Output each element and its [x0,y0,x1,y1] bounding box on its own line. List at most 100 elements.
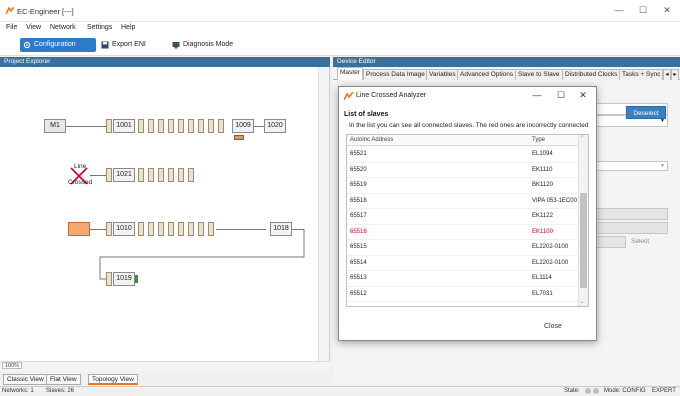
slave-module[interactable] [188,168,194,182]
slave-module[interactable] [178,168,184,182]
slave-address: 65518 [350,197,367,204]
slave-type: EK1110 [532,166,553,173]
slave-address: 65521 [350,151,367,157]
slave-module[interactable] [198,119,204,133]
menu-bar: File View Network Settings Help [0,22,680,34]
slave-row[interactable]: 65517 EK1122 [347,209,580,225]
slave-module[interactable] [178,119,184,133]
column-header-address[interactable]: Autoinc Address [350,137,393,143]
slave-row[interactable]: 65513 EL1114 [347,271,580,287]
zoom-select[interactable]: 100% [2,362,23,369]
field [593,222,668,234]
slave-module[interactable] [106,272,112,286]
window-title: EC-Engineer [---] [17,7,74,16]
topology-canvas[interactable]: M1 1001 1009 1020 Line Crossed 1021 1010… [0,67,318,363]
diagnosis-mode-button[interactable]: Diagnosis Mode [169,38,233,52]
slave-address: 65514 [350,259,367,266]
node-m1[interactable]: M1 [44,119,66,133]
node-1020[interactable]: 1020 [264,119,286,133]
slave-row[interactable]: 65516 EK1100 [347,225,580,240]
slave-module[interactable] [188,119,194,133]
slave-row[interactable]: 65512 EL7031 [347,287,580,302]
node-1009[interactable]: 1009 [232,119,254,133]
maximize-button[interactable]: ☐ [636,5,650,16]
tab-topology-view[interactable]: Topology View [88,374,138,385]
node-red-master[interactable] [68,222,90,236]
dialog-title: Line Crossed Analyzer [356,92,427,99]
dialog-heading: List of slaves [344,111,389,118]
slave-module[interactable] [138,168,144,182]
slave-address: 65520 [350,166,367,173]
slave-row[interactable]: 65518 VIPA 053-1EC00 [347,194,580,209]
chevron-down-icon: ▼ [660,163,665,169]
slave-row[interactable]: 65520 EK1110 [347,163,580,178]
slave-module[interactable] [234,135,244,140]
slave-module[interactable] [106,119,112,133]
select-button[interactable]: Select [631,238,649,245]
tab-flat-view[interactable]: Flat View [46,374,81,385]
slave-row[interactable]: 65519 BK1120 [347,178,580,194]
list-scrollbar[interactable]: ⌃ ⌄ [578,135,588,306]
slave-row[interactable]: 65521 EL1094 [347,147,580,163]
project-explorer-header: Project Explorer [0,57,330,67]
scroll-up-icon[interactable]: ⌃ [580,135,584,141]
slave-list[interactable]: Autoinc Address Type 65521 EL1094 65520 EK1… [346,134,589,307]
minimize-button[interactable]: — [612,5,626,15]
close-button[interactable]: Close [544,323,562,330]
list-scroll-thumb[interactable] [580,193,587,288]
slave-module[interactable] [158,119,164,133]
diagnosis-mode-label: Diagnosis Mode [183,41,234,48]
tab-scroll-left-icon[interactable]: ◂ [663,69,671,80]
slave-module[interactable] [148,119,154,133]
node-1001[interactable]: 1001 [113,119,135,133]
menu-file[interactable]: File [6,24,17,31]
device-editor-header: Device Editor [333,57,680,67]
tab-scroll-right-icon[interactable]: ▸ [671,69,679,80]
menu-view[interactable]: View [26,24,41,31]
dropdown[interactable]: ▼ [593,161,668,171]
deselect-button[interactable]: Deselect [626,106,666,119]
slave-row[interactable]: 65514 EL2202-0100 [347,256,580,271]
dialog-minimize-button[interactable]: — [531,90,543,100]
app-logo-icon [344,92,353,100]
column-header-type[interactable]: Type [532,137,545,143]
node-1021[interactable]: 1021 [113,168,135,182]
view-tabs: Classic View Flat View Topology View [0,373,330,386]
slave-module[interactable] [148,168,154,182]
configuration-mode-button[interactable]: Configuration Mode [20,38,96,62]
slave-module[interactable] [218,119,224,133]
vertical-scrollbar[interactable] [318,67,329,363]
slave-module[interactable] [158,168,164,182]
menu-help[interactable]: Help [121,24,135,31]
export-eni-button[interactable]: Export ENI [98,38,146,52]
slave-type: EL1094 [532,151,553,157]
tab-variables[interactable]: Variables [426,69,459,80]
slave-address: 65512 [350,290,367,297]
tab-tasks-sync[interactable]: Tasks + Sync [619,69,664,80]
expert-label: EXPERT [652,388,676,394]
dialog-close-icon[interactable]: ✕ [577,90,589,101]
slave-row[interactable]: 65511 EL7201 [347,302,580,306]
node-1019[interactable]: 1019 [113,272,135,286]
close-window-button[interactable]: ✕ [660,5,674,16]
tab-master[interactable]: Master [337,67,363,80]
slave-type: EL7031 [532,290,553,297]
state-label: State: [564,388,580,394]
slave-row[interactable]: 65515 EL2202-0100 [347,240,580,256]
tab-slave-to-slave[interactable]: Slave to Slave [515,69,563,80]
tab-advanced-options[interactable]: Advanced Options [457,69,517,80]
slave-module[interactable] [208,119,214,133]
horizontal-scrollbar[interactable] [0,361,330,371]
tab-classic-view[interactable]: Classic View [3,374,48,385]
scroll-down-icon[interactable]: ⌄ [580,299,584,305]
slave-module[interactable] [106,168,112,182]
slave-module[interactable] [168,168,174,182]
slave-module[interactable] [138,119,144,133]
slave-module[interactable] [168,119,174,133]
field [593,236,626,248]
menu-settings[interactable]: Settings [87,24,112,31]
dialog-maximize-button[interactable]: ☐ [555,90,567,101]
tab-distributed-clocks[interactable]: Distributed Clocks [562,69,621,80]
tab-process-data-image[interactable]: Process Data Image [363,69,428,80]
menu-network[interactable]: Network [50,24,76,31]
